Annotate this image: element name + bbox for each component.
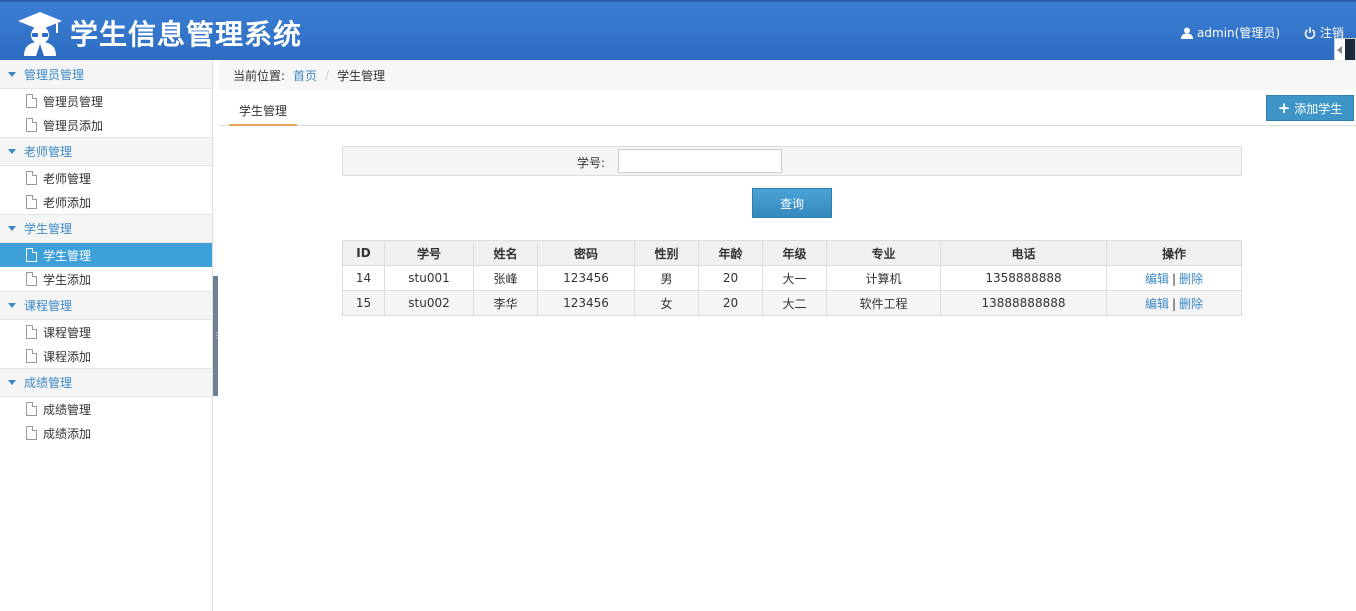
search-form: 学号: bbox=[342, 146, 1242, 176]
cell-phone: 13888888888 bbox=[940, 290, 1107, 316]
column-header-id[interactable]: ID bbox=[342, 240, 385, 266]
table-row: 14 stu001 张峰 123456 男 20 大一 计算机 13588888… bbox=[342, 265, 1242, 291]
sidebar-item-teacher-add[interactable]: 老师添加 bbox=[0, 190, 212, 214]
user-label: admin(管理员) bbox=[1197, 26, 1280, 40]
collapse-arrow-icon bbox=[1337, 46, 1342, 54]
delete-link[interactable]: 删除 bbox=[1179, 297, 1203, 311]
column-header-age[interactable]: 年龄 bbox=[698, 240, 763, 266]
graduate-icon bbox=[18, 12, 62, 56]
sidebar-item-course-add[interactable]: 课程添加 bbox=[0, 344, 212, 368]
expand-triangle-icon bbox=[8, 380, 16, 385]
tab-bar: 学生管理 + 添加学生 bbox=[219, 90, 1356, 126]
column-header-password[interactable]: 密码 bbox=[537, 240, 635, 266]
document-icon bbox=[26, 94, 37, 108]
document-icon bbox=[26, 272, 37, 286]
sidebar-group-admin[interactable]: 管理员管理 bbox=[0, 60, 212, 89]
cell-password: 123456 bbox=[537, 290, 635, 316]
cell-major: 软件工程 bbox=[826, 290, 941, 316]
sidebar-item-admin-add[interactable]: 管理员添加 bbox=[0, 113, 212, 137]
power-icon bbox=[1304, 27, 1316, 39]
sidebar-item-admin-manage[interactable]: 管理员管理 bbox=[0, 89, 212, 113]
main-content: 当前位置: 首页 / 学生管理 学生管理 + 添加学生 学号: 查询 ID 学号… bbox=[219, 60, 1356, 611]
breadcrumb-separator: / bbox=[325, 68, 330, 82]
edit-link[interactable]: 编辑 bbox=[1145, 297, 1169, 311]
column-header-gender[interactable]: 性别 bbox=[634, 240, 699, 266]
top-header: 学生信息管理系统 admin(管理员) 注销 bbox=[0, 0, 1356, 64]
cell-major: 计算机 bbox=[826, 265, 941, 291]
sidebar-item-score-manage[interactable]: 成绩管理 bbox=[0, 397, 212, 421]
current-user[interactable]: admin(管理员) bbox=[1181, 24, 1280, 41]
sidebar: 管理员管理 管理员管理 管理员添加 老师管理 老师管理 老师添加 学生管理 学生… bbox=[0, 60, 213, 611]
expand-triangle-icon bbox=[8, 226, 16, 231]
sidebar-group-student[interactable]: 学生管理 bbox=[0, 214, 212, 243]
sidebar-item-student-add[interactable]: 学生添加 bbox=[0, 267, 212, 291]
student-number-input[interactable] bbox=[618, 149, 782, 173]
cell-age: 20 bbox=[698, 290, 763, 316]
column-header-operation: 操作 bbox=[1106, 240, 1242, 266]
column-header-major[interactable]: 专业 bbox=[826, 240, 941, 266]
app-logo: 学生信息管理系统 bbox=[16, 8, 302, 58]
query-button[interactable]: 查询 bbox=[752, 188, 832, 218]
cell-id: 15 bbox=[342, 290, 385, 316]
expand-triangle-icon bbox=[8, 303, 16, 308]
sidebar-item-score-add[interactable]: 成绩添加 bbox=[0, 421, 212, 445]
expand-triangle-icon bbox=[8, 71, 16, 77]
column-header-sno[interactable]: 学号 bbox=[384, 240, 474, 266]
document-icon bbox=[26, 195, 37, 209]
breadcrumb-prefix: 当前位置: bbox=[233, 68, 286, 83]
document-icon bbox=[26, 349, 37, 363]
cell-gender: 女 bbox=[634, 290, 699, 316]
cell-name: 李华 bbox=[473, 290, 538, 316]
edit-link[interactable]: 编辑 bbox=[1145, 272, 1169, 286]
cell-operations: 编辑 | 删除 bbox=[1106, 290, 1242, 316]
add-student-label: 添加学生 bbox=[1294, 101, 1343, 116]
sidebar-item-student-manage[interactable]: 学生管理 bbox=[0, 243, 212, 267]
sidebar-splitter-handle[interactable]: ⋮ bbox=[213, 276, 221, 396]
sidebar-item-course-manage[interactable]: 课程管理 bbox=[0, 320, 212, 344]
breadcrumb: 当前位置: 首页 / 学生管理 bbox=[219, 60, 1356, 90]
student-table: ID 学号 姓名 密码 性别 年龄 年级 专业 电话 操作 14 stu001 … bbox=[342, 240, 1242, 316]
cell-id: 14 bbox=[342, 265, 385, 291]
document-icon bbox=[26, 248, 37, 262]
table-row: 15 stu002 李华 123456 女 20 大二 软件工程 1388888… bbox=[342, 290, 1242, 316]
student-number-label: 学号: bbox=[576, 156, 605, 170]
tab-student-manage[interactable]: 学生管理 bbox=[229, 98, 298, 126]
document-icon bbox=[26, 171, 37, 185]
breadcrumb-home-link[interactable]: 首页 bbox=[293, 67, 317, 84]
document-icon bbox=[26, 426, 37, 440]
cell-phone: 1358888888 bbox=[940, 265, 1107, 291]
document-icon bbox=[26, 402, 37, 416]
delete-link[interactable]: 删除 bbox=[1179, 272, 1203, 286]
cell-age: 20 bbox=[698, 265, 763, 291]
cell-grade: 大一 bbox=[762, 265, 827, 291]
document-icon bbox=[26, 325, 37, 339]
sidebar-item-teacher-manage[interactable]: 老师管理 bbox=[0, 166, 212, 190]
cell-grade: 大二 bbox=[762, 290, 827, 316]
cell-operations: 编辑 | 删除 bbox=[1106, 265, 1242, 291]
table-header-row: ID 学号 姓名 密码 性别 年龄 年级 专业 电话 操作 bbox=[342, 240, 1242, 266]
column-header-name[interactable]: 姓名 bbox=[473, 240, 538, 266]
column-header-phone[interactable]: 电话 bbox=[940, 240, 1107, 266]
column-header-grade[interactable]: 年级 bbox=[762, 240, 827, 266]
sidebar-group-teacher[interactable]: 老师管理 bbox=[0, 137, 212, 166]
expand-triangle-icon bbox=[8, 149, 16, 154]
user-icon bbox=[1181, 27, 1194, 39]
sidebar-group-score[interactable]: 成绩管理 bbox=[0, 368, 212, 397]
plus-icon: + bbox=[1277, 99, 1291, 117]
cell-sno: stu001 bbox=[384, 265, 474, 291]
cell-password: 123456 bbox=[537, 265, 635, 291]
document-icon bbox=[26, 118, 37, 132]
cell-sno: stu002 bbox=[384, 290, 474, 316]
app-title: 学生信息管理系统 bbox=[70, 18, 303, 51]
add-student-button[interactable]: + 添加学生 bbox=[1266, 95, 1354, 121]
cell-name: 张峰 bbox=[473, 265, 538, 291]
sidebar-group-course[interactable]: 课程管理 bbox=[0, 291, 212, 320]
cell-gender: 男 bbox=[634, 265, 699, 291]
breadcrumb-current: 学生管理 bbox=[337, 68, 386, 83]
